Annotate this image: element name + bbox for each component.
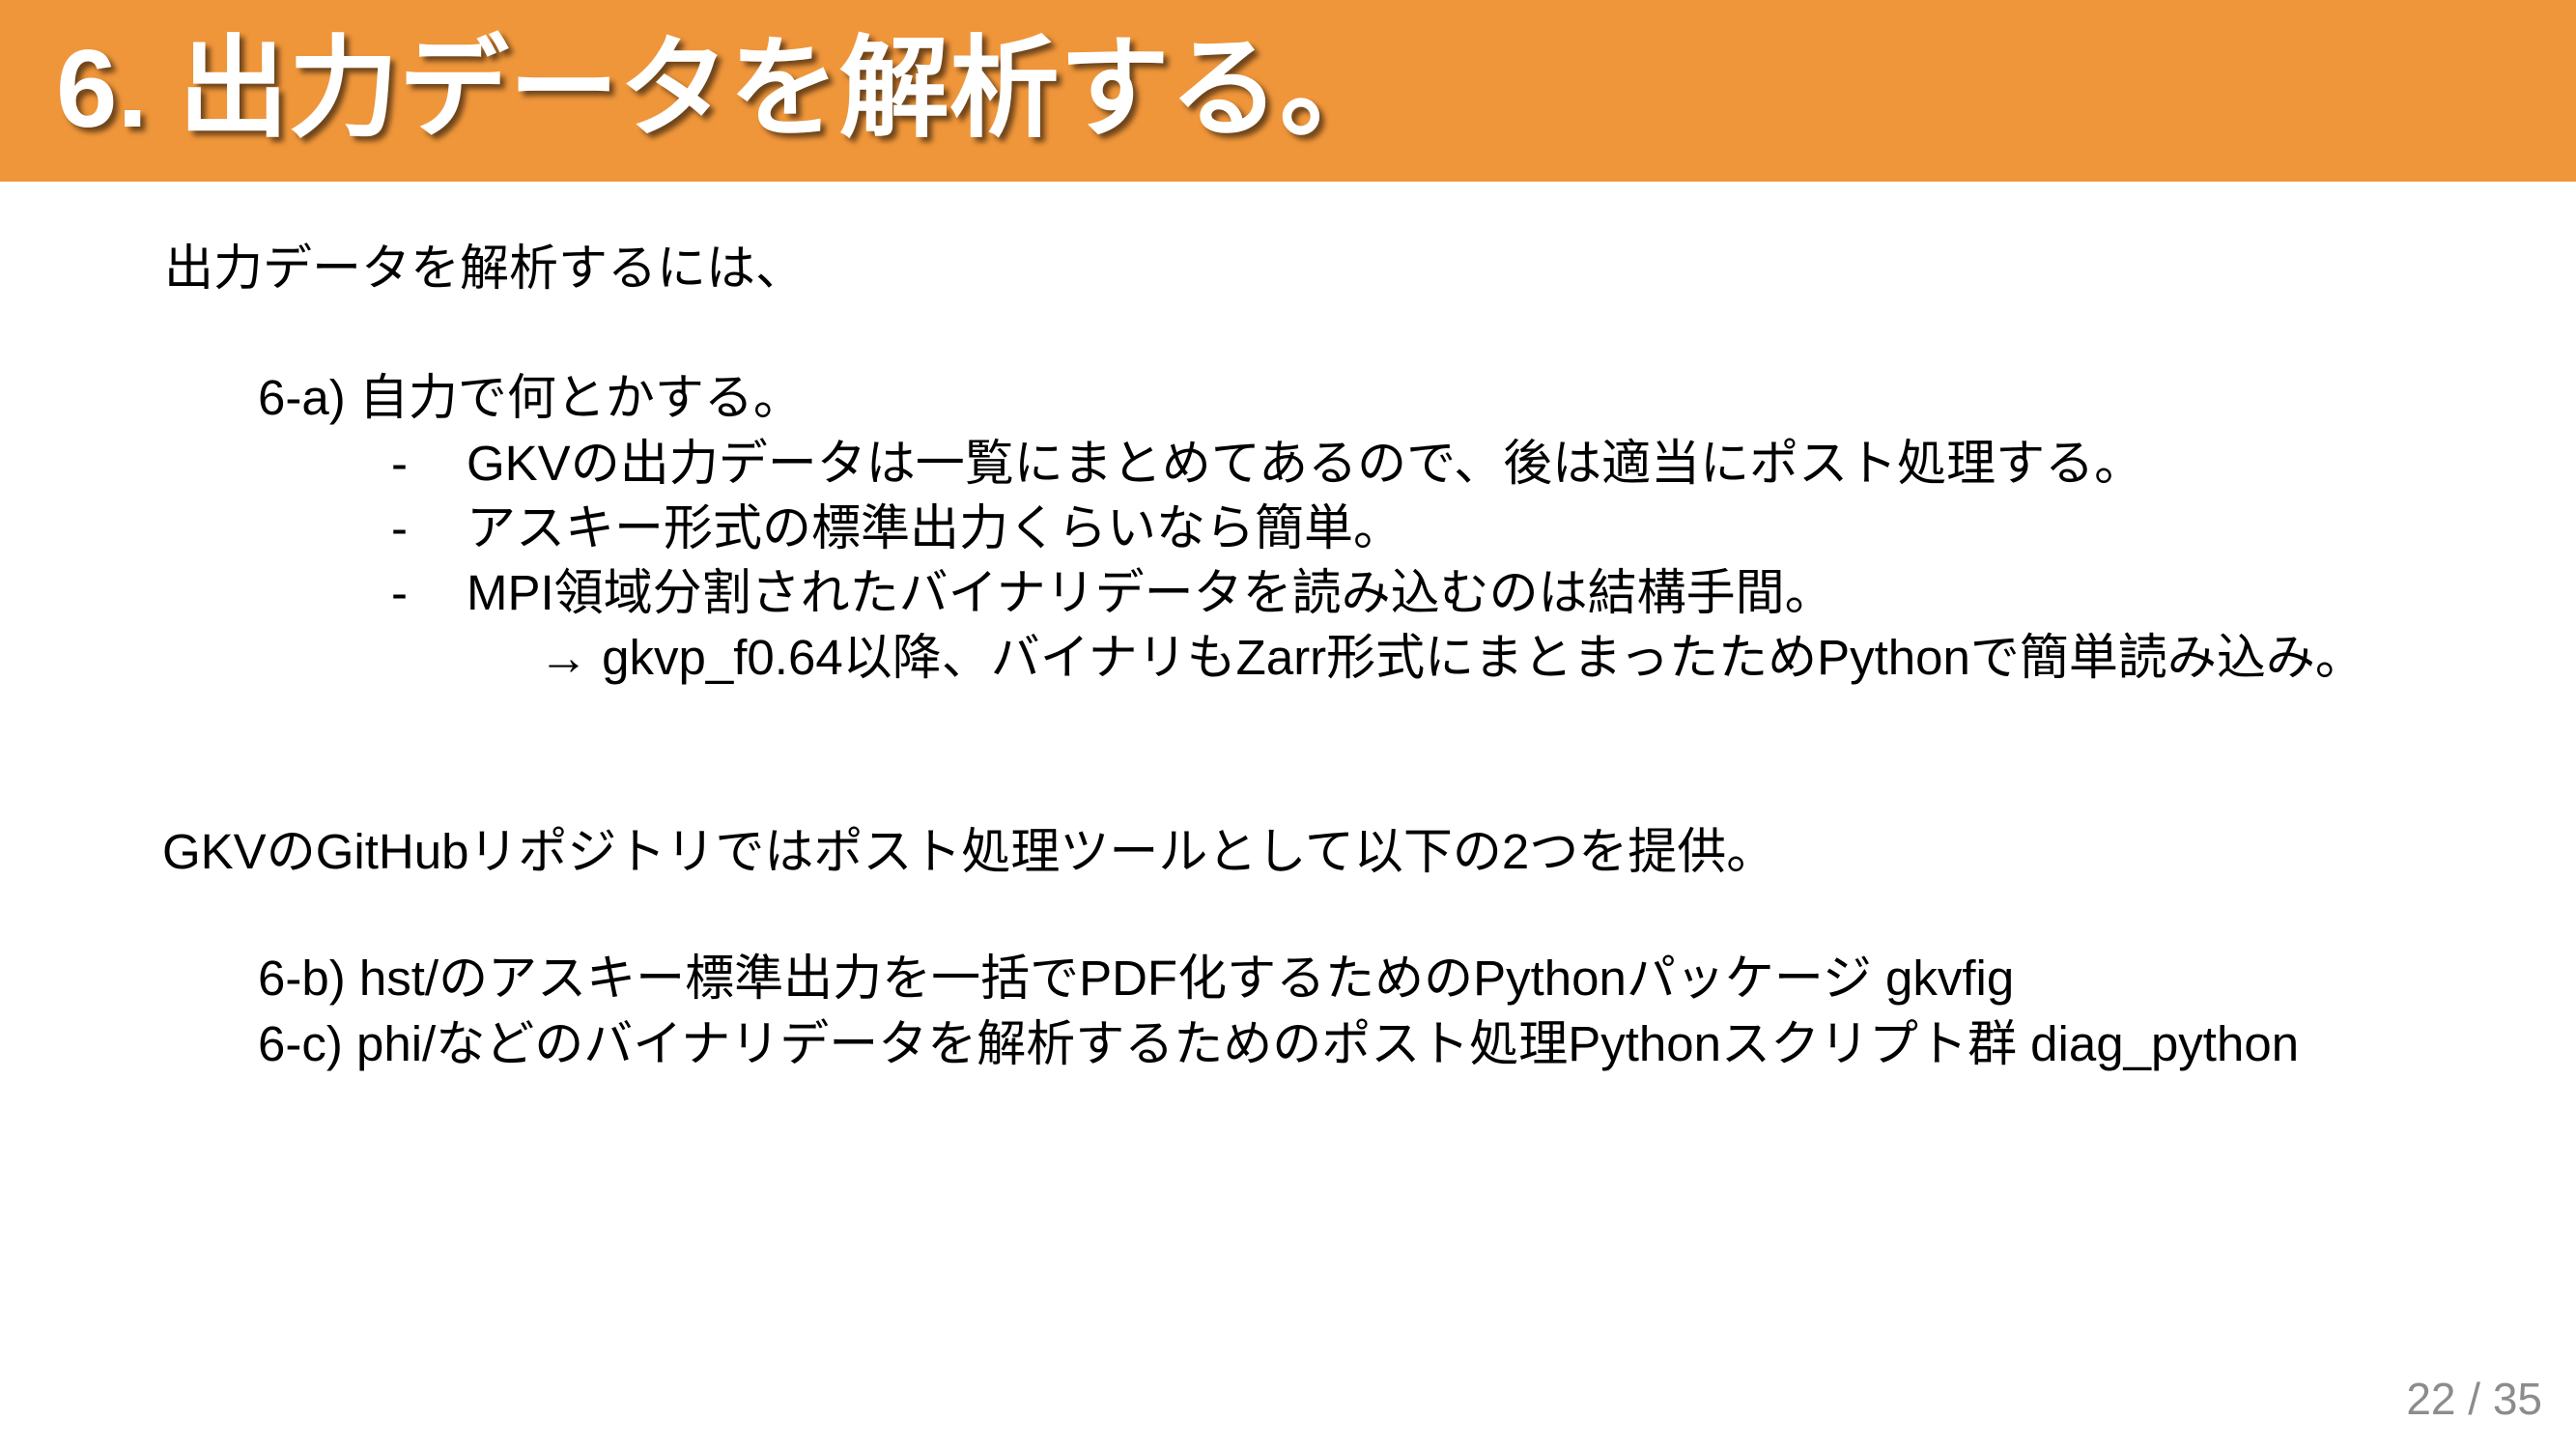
item-c: 6-c) phi/などのバイナリデータを解析するためのポスト処理Pythonスク… <box>258 1016 2300 1071</box>
bullet-text-1: GKVの出力データは一覧にまとめてあるので、後は適当にポスト処理する。 <box>467 436 2144 491</box>
intro-text: 出力データを解析するには、 <box>164 241 806 296</box>
title-bar: 6. 出力データを解析する。 <box>0 0 2576 182</box>
github-intro: GKVのGitHubリポジトリではポスト処理ツールとして以下の2つを提供。 <box>162 824 1776 879</box>
bullet-marker-2: - <box>391 500 408 555</box>
bullet-marker-3: - <box>391 565 408 620</box>
bullet-text-2: アスキー形式の標準出力くらいなら簡単。 <box>467 500 1403 555</box>
bullet-marker-1: - <box>391 436 408 491</box>
bullet-text-3: MPI領域分割されたバイナリデータを読み込むのは結構手間。 <box>467 565 1834 620</box>
slide-title: 6. 出力データを解析する。 <box>56 28 1390 151</box>
item-a-label: 6-a) 自力で何とかする。 <box>258 370 803 425</box>
arrow-note: → gkvp_f0.64以降、バイナリもZarr形式にまとまったためPython… <box>539 630 2364 685</box>
item-b: 6-b) hst/のアスキー標準出力を一括でPDF化するためのPythonパッケ… <box>258 951 2015 1006</box>
page-number: 22 / 35 <box>2406 1374 2542 1424</box>
